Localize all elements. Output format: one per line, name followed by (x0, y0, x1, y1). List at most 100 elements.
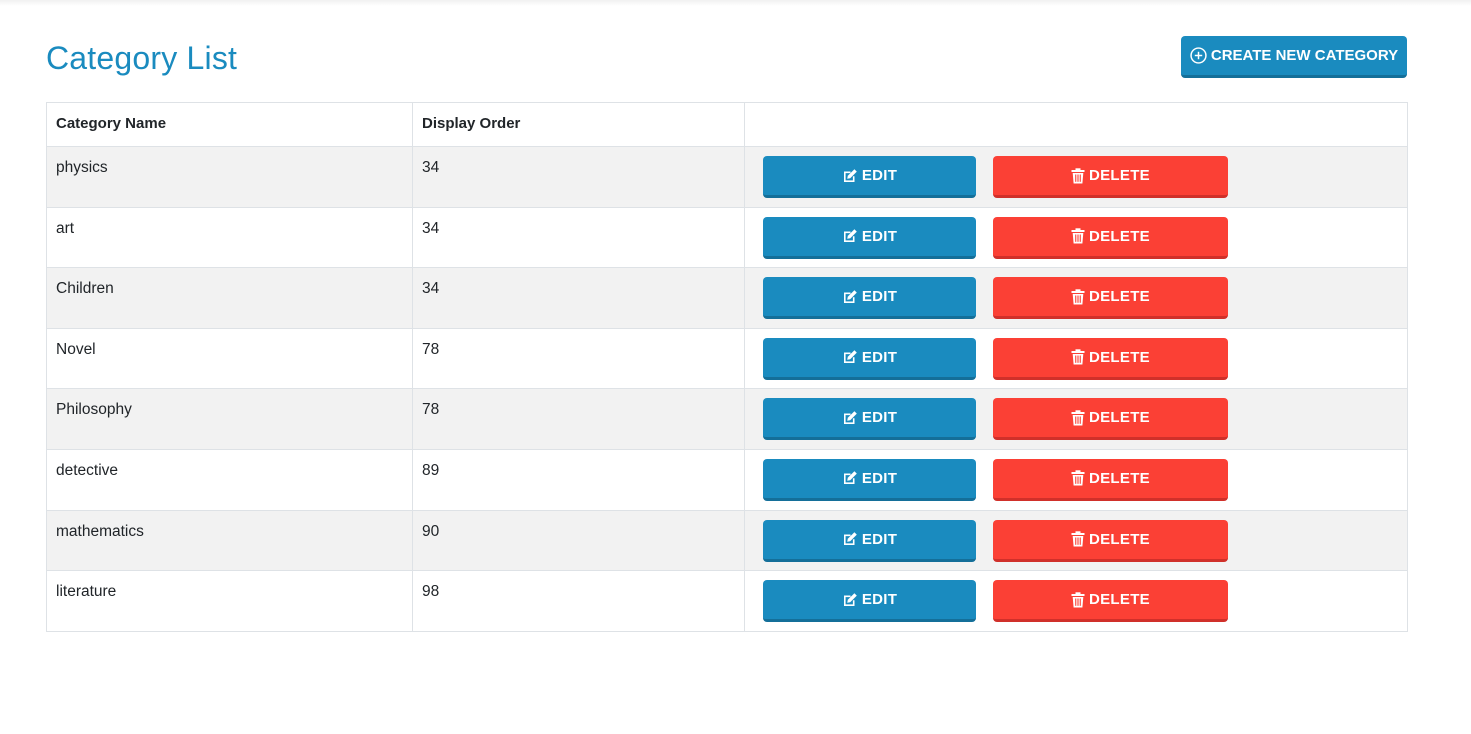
actions-cell: EDIT DELETE (744, 267, 1408, 329)
table-row: literature 98 EDIT DELETE (46, 570, 1408, 632)
trash-icon (1071, 167, 1085, 184)
pencil-square-icon (842, 470, 858, 486)
category-name-cell: Philosophy (46, 388, 413, 450)
actions-cell: EDIT DELETE (744, 388, 1408, 450)
display-order-cell: 34 (412, 206, 745, 269)
trash-icon (1071, 410, 1085, 426)
table-body: physics 34 EDIT DELETE art 34 EDIT DELET… (46, 146, 1408, 632)
trash-icon (1071, 228, 1085, 244)
row-actions: EDIT DELETE (763, 277, 1407, 320)
delete-button[interactable]: DELETE (993, 216, 1228, 259)
row-actions: EDIT DELETE (763, 519, 1407, 562)
delete-label: DELETE (1089, 167, 1150, 184)
edit-label: EDIT (861, 591, 898, 609)
trash-icon (1071, 349, 1085, 365)
delete-button[interactable]: DELETE (993, 156, 1228, 198)
edit-label: EDIT (861, 530, 898, 548)
page-header: Category List CREATE NEW CATEGORY (46, 36, 1407, 82)
edit-label: EDIT (861, 288, 898, 306)
row-actions: EDIT DELETE (763, 580, 1407, 623)
trash-icon (1071, 288, 1085, 305)
table-row: Philosophy 78 EDIT DELETE (46, 388, 1408, 450)
trash-icon (1071, 470, 1085, 486)
table-row: art 34 EDIT DELETE (46, 206, 1408, 269)
display-order-cell: 78 (412, 327, 745, 390)
edit-button[interactable]: EDIT (763, 156, 976, 198)
edit-button[interactable]: EDIT (763, 398, 976, 441)
pencil-square-icon (842, 410, 858, 426)
pencil-square-icon (842, 289, 858, 305)
edit-button[interactable]: EDIT (763, 216, 976, 259)
edit-label: EDIT (861, 227, 898, 245)
edit-label: EDIT (861, 409, 898, 427)
row-actions: EDIT DELETE (763, 337, 1407, 380)
category-name-cell: literature (46, 570, 413, 632)
category-name-cell: physics (46, 146, 413, 208)
row-actions: EDIT DELETE (763, 398, 1407, 441)
actions-cell: EDIT DELETE (744, 448, 1408, 511)
table-row: Novel 78 EDIT DELETE (46, 327, 1408, 390)
pencil-square-icon (842, 228, 858, 244)
delete-label: DELETE (1089, 469, 1150, 487)
actions-cell: EDIT DELETE (744, 146, 1408, 208)
edit-label: EDIT (861, 469, 898, 487)
delete-button[interactable]: DELETE (993, 580, 1228, 623)
table-row: physics 34 EDIT DELETE (46, 146, 1408, 208)
delete-button[interactable]: DELETE (993, 519, 1228, 562)
table-row: mathematics 90 EDIT DELETE (46, 509, 1408, 572)
pencil-square-icon (842, 168, 858, 184)
display-order-cell: 34 (412, 267, 745, 329)
edit-button[interactable]: EDIT (763, 337, 976, 380)
pencil-square-icon (842, 349, 858, 365)
delete-button[interactable]: DELETE (993, 337, 1228, 380)
delete-button[interactable]: DELETE (993, 458, 1228, 501)
table-row: Children 34 EDIT DELETE (46, 267, 1408, 329)
category-name-cell: mathematics (46, 509, 413, 572)
table-header-row: Category Name Display Order (46, 102, 1408, 147)
edit-button[interactable]: EDIT (763, 519, 976, 562)
delete-label: DELETE (1089, 409, 1150, 427)
category-name-cell: Children (46, 267, 413, 329)
edit-button[interactable]: EDIT (763, 458, 976, 501)
actions-cell: EDIT DELETE (744, 327, 1408, 390)
actions-cell: EDIT DELETE (744, 206, 1408, 269)
header-display-order: Display Order (412, 102, 745, 147)
top-shadow (0, 0, 1471, 6)
row-actions: EDIT DELETE (763, 458, 1407, 501)
category-name-cell: Novel (46, 327, 413, 390)
delete-label: DELETE (1089, 591, 1150, 609)
delete-label: DELETE (1089, 288, 1150, 306)
pencil-square-icon (842, 592, 858, 608)
row-actions: EDIT DELETE (763, 216, 1407, 259)
category-name-cell: detective (46, 448, 413, 511)
page-title: Category List (46, 40, 238, 76)
delete-label: DELETE (1089, 348, 1150, 366)
edit-button[interactable]: EDIT (763, 277, 976, 320)
delete-label: DELETE (1089, 530, 1150, 548)
display-order-cell: 90 (412, 509, 745, 572)
edit-button[interactable]: EDIT (763, 580, 976, 623)
category-name-cell: art (46, 206, 413, 269)
category-table: Category Name Display Order physics 34 E… (46, 102, 1408, 632)
create-new-category-button[interactable]: CREATE NEW CATEGORY (1181, 36, 1407, 78)
actions-cell: EDIT DELETE (744, 570, 1408, 632)
plus-circle-icon (1190, 47, 1207, 64)
display-order-cell: 98 (412, 570, 745, 632)
edit-label: EDIT (861, 167, 898, 184)
header-actions (744, 102, 1408, 147)
row-actions: EDIT DELETE (763, 156, 1407, 198)
display-order-cell: 89 (412, 448, 745, 511)
edit-label: EDIT (861, 348, 898, 366)
pencil-square-icon (842, 531, 858, 547)
display-order-cell: 78 (412, 388, 745, 450)
delete-button[interactable]: DELETE (993, 398, 1228, 441)
trash-icon (1071, 531, 1085, 547)
actions-cell: EDIT DELETE (744, 509, 1408, 572)
delete-label: DELETE (1089, 227, 1150, 245)
header-category-name: Category Name (46, 102, 413, 147)
create-new-category-label: CREATE NEW CATEGORY (1210, 47, 1399, 64)
display-order-cell: 34 (412, 146, 745, 208)
trash-icon (1071, 591, 1085, 608)
table-row: detective 89 EDIT DELETE (46, 448, 1408, 511)
delete-button[interactable]: DELETE (993, 277, 1228, 320)
